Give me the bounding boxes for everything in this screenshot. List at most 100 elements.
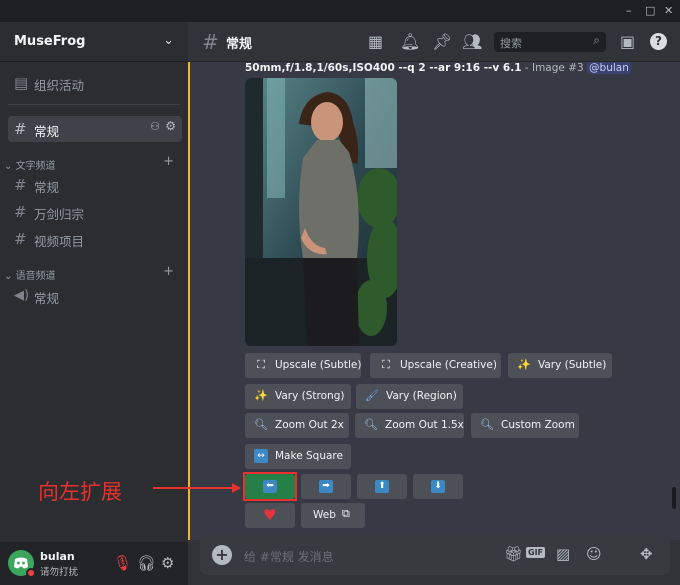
server-header[interactable]: MuseFrog ⌄ xyxy=(0,22,188,62)
sidebar-item-channel-1[interactable]: # 常规 xyxy=(8,172,182,198)
sticker-icon[interactable]: ▨ xyxy=(556,545,570,563)
help-icon[interactable]: ? xyxy=(650,33,667,50)
emoji-icon[interactable]: ☺ xyxy=(586,545,602,563)
web-link-button[interactable]: Web ⧉ xyxy=(301,503,365,528)
gear-icon[interactable]: ⚙ xyxy=(165,119,176,133)
upscale-creative-button[interactable]: ⛶ Upscale (Creative) xyxy=(370,353,501,378)
favorite-button[interactable]: ♥ xyxy=(245,503,295,528)
threads-icon[interactable]: ▦ xyxy=(368,32,383,51)
annotation-arrow-line xyxy=(153,487,235,489)
magnifier-icon: 🔍︎ xyxy=(480,418,494,431)
maximize-button[interactable]: □ xyxy=(645,4,655,17)
members-icon[interactable]: 👥︎ xyxy=(462,32,482,51)
pan-up-button[interactable]: ⬆ xyxy=(357,474,407,499)
add-voice-channel-icon[interactable]: + xyxy=(163,264,174,279)
make-square-button[interactable]: ↔ Make Square xyxy=(245,444,351,469)
sidebar-item-events[interactable]: ▤ 组织活动 xyxy=(8,70,182,96)
heart-icon: ♥ xyxy=(263,506,277,524)
arrow-down-icon: ⬇ xyxy=(431,480,445,493)
category-label: 语音频道 xyxy=(15,271,56,282)
generated-image[interactable] xyxy=(245,78,397,346)
pan-down-button[interactable]: ⬇ xyxy=(413,474,463,499)
composer-placeholder: 给 #常规 发消息 xyxy=(244,550,334,564)
zoom-out-1.5x-button[interactable]: 🔍︎ Zoom Out 1.5x xyxy=(355,413,464,438)
custom-zoom-button[interactable]: 🔍︎ Custom Zoom xyxy=(471,413,579,438)
category-text-channels[interactable]: ⌄ 文字频道 xyxy=(4,157,56,172)
button-label: Make Square xyxy=(275,450,343,462)
scrollbar-thumb[interactable] xyxy=(672,487,676,509)
portrait-image xyxy=(245,78,397,346)
sidebar-item-channel-2[interactable]: # 万剑归宗 xyxy=(8,199,182,225)
annotation-label: 向左扩展 xyxy=(38,480,122,504)
pin-icon[interactable]: 📌︎ xyxy=(432,32,452,51)
sidebar-item-channel-3[interactable]: # 视频项目 xyxy=(8,226,182,252)
hash-icon: # xyxy=(14,120,27,138)
search-placeholder: 搜索 xyxy=(500,37,522,50)
hash-icon: # xyxy=(202,30,219,54)
vary-region-button[interactable]: 🖌︎ Vary (Region) xyxy=(356,384,463,409)
message-prompt: 50mm,f/1.8,1/60s,ISO400 --q 2 --ar 9:16 … xyxy=(245,62,631,74)
apps-icon[interactable]: ✥ xyxy=(640,545,653,563)
vary-subtle-button[interactable]: ✨ Vary (Subtle) xyxy=(508,353,612,378)
search-input[interactable]: 搜索 ⌕ xyxy=(494,32,606,52)
sidebar-item-label: 常规 xyxy=(34,124,60,139)
headset-icon[interactable]: 🎧︎ xyxy=(137,554,156,572)
channel-header: # 常规 ▦ 🔔︎ 📌︎ 👥︎ 搜索 ⌕ ▣ ? xyxy=(188,22,680,62)
magic-wand-icon: ✨ xyxy=(254,389,268,402)
gift-icon[interactable]: 🎁︎ xyxy=(504,545,523,563)
prompt-text: 50mm,f/1.8,1/60s,ISO400 --q 2 --ar 9:16 … xyxy=(245,62,522,74)
hash-icon: # xyxy=(14,203,27,221)
pan-right-button[interactable]: ➡ xyxy=(301,474,351,499)
hash-icon: # xyxy=(14,230,27,248)
user-panel: bulan 请勿打扰 🎙︎ 🎧︎ ⚙ xyxy=(0,542,188,585)
sidebar-item-label: 常规 xyxy=(34,180,60,195)
divider xyxy=(8,104,180,105)
discord-window: – □ ✕ MuseFrog ⌄ ▤ 组织活动 # 常规 ⚇ ⚙ ⌄ 文字频道 … xyxy=(0,0,680,585)
button-label: Vary (Subtle) xyxy=(538,359,607,371)
chat-area: # 常规 ▦ 🔔︎ 📌︎ 👥︎ 搜索 ⌕ ▣ ? 50mm,f/1.8,1/60… xyxy=(188,22,680,585)
zoom-out-2x-button[interactable]: 🔍︎ Zoom Out 2x xyxy=(245,413,349,438)
sidebar-item-active-channel[interactable]: # 常规 ⚇ ⚙ xyxy=(8,116,182,142)
close-button[interactable]: ✕ xyxy=(664,4,673,17)
sidebar-item-label: 视频项目 xyxy=(34,234,85,249)
button-label: Zoom Out 1.5x xyxy=(385,419,464,431)
bell-icon[interactable]: 🔔︎ xyxy=(400,32,420,51)
chevron-down-icon: ⌄ xyxy=(163,33,174,48)
chevron-down-icon: ⌄ xyxy=(4,161,16,172)
category-voice-channels[interactable]: ⌄ 语音频道 xyxy=(4,267,56,282)
gear-icon[interactable]: ⚙ xyxy=(161,554,174,572)
chevron-down-icon: ⌄ xyxy=(4,271,16,282)
category-label: 文字频道 xyxy=(15,161,56,172)
title-bar: – □ ✕ xyxy=(0,0,680,22)
minimize-button[interactable]: – xyxy=(626,4,632,17)
server-name: MuseFrog xyxy=(14,34,86,49)
hash-icon: # xyxy=(14,176,27,194)
user-mention[interactable]: @bulan xyxy=(587,62,631,74)
expand-icon: ⛶ xyxy=(382,358,390,371)
attach-plus-icon[interactable]: + xyxy=(212,545,232,565)
sidebar-item-label: 组织活动 xyxy=(34,78,85,93)
expand-icon: ⛶ xyxy=(257,358,265,371)
button-label: Zoom Out 2x xyxy=(275,419,344,431)
speaker-icon: ◀) xyxy=(14,288,30,303)
gif-icon[interactable]: GIF xyxy=(526,547,546,558)
vary-strong-button[interactable]: ✨ Vary (Strong) xyxy=(245,384,351,409)
mic-muted-icon[interactable]: 🎙︎ xyxy=(113,554,132,572)
user-status: 请勿打扰 xyxy=(40,567,79,578)
sidebar-item-label: 万剑归宗 xyxy=(34,207,85,222)
channel-title: 常规 xyxy=(226,37,253,52)
search-icon: ⌕ xyxy=(593,33,600,47)
annotation-arrow-head-icon xyxy=(232,483,241,493)
upscale-subtle-button[interactable]: ⛶ Upscale (Subtle) xyxy=(245,353,361,378)
button-label: Vary (Strong) xyxy=(275,390,345,402)
sidebar-item-voice-1[interactable]: ◀) 常规 xyxy=(8,283,182,309)
add-member-icon[interactable]: ⚇ xyxy=(150,120,160,133)
button-label: Vary (Region) xyxy=(386,390,457,402)
button-label: Upscale (Subtle) xyxy=(275,359,362,371)
inbox-icon[interactable]: ▣ xyxy=(620,32,635,51)
button-label: Upscale (Creative) xyxy=(400,359,497,371)
add-text-channel-icon[interactable]: + xyxy=(163,154,174,169)
arrow-right-icon: ➡ xyxy=(319,480,333,493)
message-composer[interactable]: + 给 #常规 发消息 🎁︎ GIF ▨ ☺ xyxy=(200,535,670,575)
pan-left-highlight-box xyxy=(243,472,297,501)
